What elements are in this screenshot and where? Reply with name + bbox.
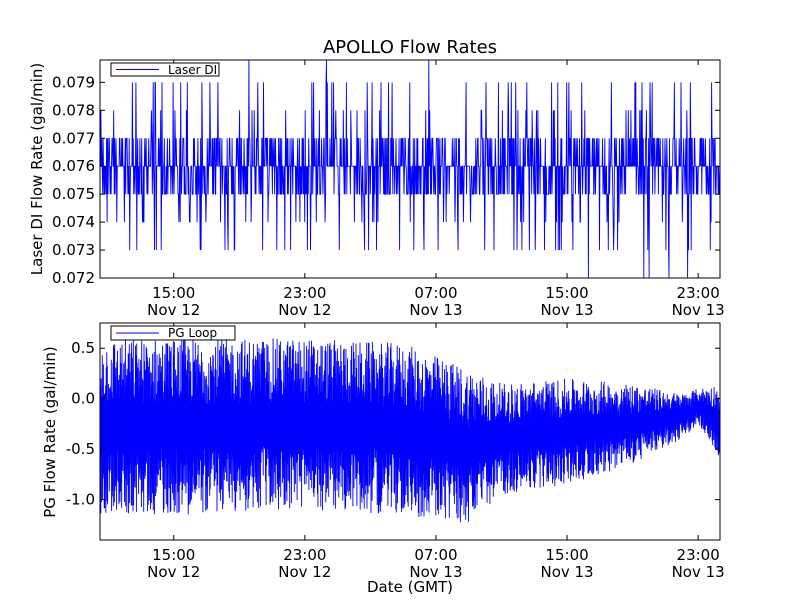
laser-di-y-tick-label: 0.072: [52, 269, 95, 287]
pg-loop-y-tick-label: -0.5: [66, 440, 95, 458]
pg-loop-series-path: [99, 338, 721, 523]
laser-di-x-tick-time: 15:00: [545, 284, 588, 302]
pg-loop-x-tick-date: Nov 13: [672, 563, 725, 581]
pg-loop-x-tick-date: Nov 12: [278, 563, 331, 581]
laser-di-x-tick-date: Nov 12: [147, 301, 200, 319]
pg-loop-legend: PG Loop: [110, 325, 236, 341]
laser-di-y-tick-label: 0.078: [52, 101, 95, 119]
pg-loop-x-tick-date: Nov 13: [540, 563, 593, 581]
pg-loop-x-axis-label: Date (GMT): [367, 578, 453, 596]
pg-loop-x-tick-date: Nov 12: [147, 563, 200, 581]
laser-di-x-tick-date: Nov 12: [278, 301, 331, 319]
laser-di-y-tick-label: 0.076: [52, 157, 95, 175]
pg-loop-series-line: [99, 338, 721, 523]
pg-loop-x-tick-time: 23:00: [677, 546, 720, 564]
pg-loop-x-tick-time: 15:00: [545, 546, 588, 564]
pg-loop-x-tick-time: 15:00: [152, 546, 195, 564]
laser-di-legend: Laser DI: [110, 62, 220, 77]
pg-loop-y-tick-label: 0.5: [71, 339, 95, 357]
pg-loop-panel: -1.0-0.50.00.5 15:00Nov 1223:00Nov 1207:…: [41, 322, 725, 596]
laser-di-y-tick-label: 0.075: [52, 185, 95, 203]
flow-rates-figure: APOLLO Flow Rates 0.0720.0730.0740.0750.…: [28, 37, 725, 596]
laser-di-legend-label: Laser DI: [168, 63, 217, 77]
laser-di-x-tick-date: Nov 13: [409, 301, 462, 319]
laser-di-y-tick-label: 0.079: [52, 73, 95, 91]
laser-di-y-tick-label: 0.073: [52, 241, 95, 259]
laser-di-x-tick-date: Nov 13: [672, 301, 725, 319]
laser-di-x-tick-time: 23:00: [283, 284, 326, 302]
pg-loop-x-tick-time: 07:00: [414, 546, 457, 564]
pg-loop-y-tick-label: -1.0: [66, 491, 95, 509]
laser-di-x-tick-time: 23:00: [677, 284, 720, 302]
laser-di-series-line: [99, 59, 721, 279]
pg-loop-legend-label: PG Loop: [168, 326, 217, 340]
laser-di-x-tick-time: 07:00: [414, 284, 457, 302]
pg-loop-x-tick-time: 23:00: [283, 546, 326, 564]
pg-loop-y-tick-label: 0.0: [71, 390, 95, 408]
laser-di-x-tick-time: 15:00: [152, 284, 195, 302]
laser-di-y-axis-label: Laser DI Flow Rate (gal/min): [28, 63, 46, 275]
laser-di-x-tick-date: Nov 13: [540, 301, 593, 319]
laser-di-panel: 0.072 0.073 0.074 0.075 0.076 0.077 0.078 0.079…: [28, 59, 725, 319]
chart-title: APOLLO Flow Rates: [323, 37, 497, 58]
laser-di-y-tick-label: 0.074: [52, 213, 95, 231]
laser-di-series-path: [99, 59, 721, 279]
laser-di-y-tick-label: 0.077: [52, 129, 95, 147]
pg-loop-y-axis-label: PG Flow Rate (gal/min): [41, 346, 59, 518]
